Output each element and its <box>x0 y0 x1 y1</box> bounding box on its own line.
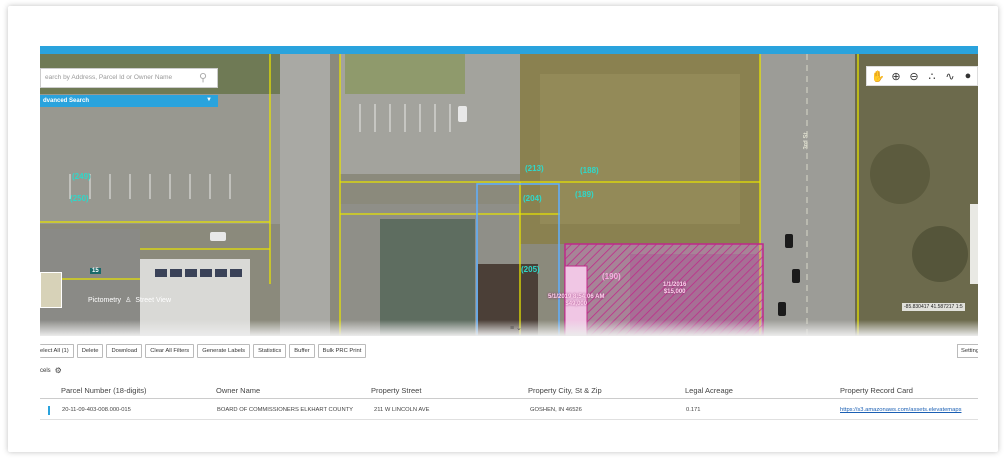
select-all-button[interactable]: elect All (1) <box>40 344 74 358</box>
search-placeholder: earch by Address, Parcel Id or Owner Nam… <box>45 74 173 81</box>
parcel-label: (189) <box>575 190 594 199</box>
advanced-search-label: dvanced Search <box>43 98 90 104</box>
layers-icon[interactable]: ● <box>961 70 975 82</box>
sale-label: 5/1/2019 8:54:06 AM $49,000 <box>548 294 604 308</box>
map-tag: 15 <box>90 268 101 274</box>
map-imagery-links: Pictometry ♙ Street View <box>88 296 171 305</box>
delete-button[interactable]: Delete <box>76 344 104 358</box>
parcel-label: (250) <box>70 194 89 203</box>
sale-label: 1/1/2016 $15,000 <box>663 282 686 296</box>
side-map-controls[interactable] <box>970 204 978 284</box>
bulk-prc-print-button[interactable]: Bulk PRC Print <box>317 344 367 358</box>
parcels-label: cels <box>40 367 51 374</box>
search-input[interactable]: earch by Address, Parcel Id or Owner Nam… <box>40 68 218 88</box>
map-collapse-icon[interactable]: ≡ ⌄ <box>510 324 522 332</box>
sale-price: $49,000 <box>565 301 588 307</box>
advanced-search-dropdown[interactable]: dvanced Search ▼ <box>40 95 218 107</box>
parcel-label: (213) <box>525 164 544 173</box>
parcel-label: (249) <box>72 172 91 181</box>
map-coordinates: -85.830417 41.587217 1:5 <box>902 303 965 311</box>
street-view-link[interactable]: Street View <box>135 297 171 304</box>
sale-date: 1/1/2016 <box>663 282 687 288</box>
column-header[interactable]: Property Record Card <box>840 386 913 395</box>
settings-button[interactable]: Settings <box>957 344 978 358</box>
column-header[interactable]: Property City, St & Zip <box>528 386 602 395</box>
parcel-label: (204) <box>523 194 542 203</box>
property-record-card-link[interactable]: https://s3.amazonaws.com/assets.elevatem… <box>840 407 978 413</box>
table-row[interactable]: 20-11-09-403-008.000-015 BOARD OF COMMIS… <box>40 402 978 420</box>
measure-icon[interactable]: ∴ <box>925 70 939 83</box>
download-button[interactable]: Download <box>106 344 143 358</box>
zoom-in-icon[interactable]: ⊕ <box>889 70 903 83</box>
chevron-down-icon: ▼ <box>206 97 212 103</box>
cell-property-street: 211 W LINCOLN AVE <box>374 407 430 413</box>
column-header[interactable]: Legal Acreage <box>685 386 733 395</box>
column-header[interactable]: Owner Name <box>216 386 260 395</box>
street-label: 3rd St <box>803 132 810 150</box>
cell-owner-name: BOARD OF COMMISSIONERS ELKHART COUNTY <box>217 407 354 413</box>
clear-filters-button[interactable]: Clear All Filters <box>145 344 195 358</box>
buffer-button[interactable]: Buffer <box>289 344 315 358</box>
gear-icon[interactable]: ⚙ <box>55 366 62 375</box>
map-view[interactable]: earch by Address, Parcel Id or Owner Nam… <box>40 54 978 336</box>
zoom-out-icon[interactable]: ⊖ <box>907 70 921 83</box>
map-toolbar: ✋ ⊕ ⊖ ∴ ∿ ● <box>866 66 978 86</box>
statistics-button[interactable]: Statistics <box>253 344 287 358</box>
draw-icon[interactable]: ∿ <box>943 70 957 83</box>
cell-city-state-zip: GOSHEN, IN 46526 <box>530 407 582 413</box>
table-header: Parcel Number (18-digits) Owner Name Pro… <box>40 383 978 399</box>
sale-date: 5/1/2019 8:54:06 AM <box>548 294 605 300</box>
column-header[interactable]: Property Street <box>371 386 421 395</box>
parcel-label: (188) <box>580 166 599 175</box>
person-icon[interactable]: ♙ <box>125 296 131 304</box>
cell-parcel-number: 20-11-09-403-008.000-015 <box>62 407 131 413</box>
generate-labels-button[interactable]: Generate Labels <box>197 344 251 358</box>
search-icon[interactable]: ⚲ <box>199 72 211 84</box>
sale-price: $15,000 <box>663 289 686 295</box>
action-buttons: elect All (1) Delete Download Clear All … <box>40 344 367 358</box>
column-header[interactable]: Parcel Number (18-digits) <box>61 386 146 395</box>
top-accent-bar <box>40 46 978 54</box>
cell-legal-acreage: 0.171 <box>686 407 701 413</box>
pictometry-link[interactable]: Pictometry <box>88 297 121 304</box>
row-selected-marker <box>48 406 50 415</box>
parcel-label: (190) <box>602 272 621 281</box>
overview-map-thumbnail[interactable] <box>40 272 62 308</box>
map-bottom-fade <box>40 320 978 336</box>
pan-hand-icon[interactable]: ✋ <box>871 70 885 83</box>
parcel-label: (205) <box>521 265 540 274</box>
parcels-tab[interactable]: cels ⚙ <box>40 366 62 375</box>
